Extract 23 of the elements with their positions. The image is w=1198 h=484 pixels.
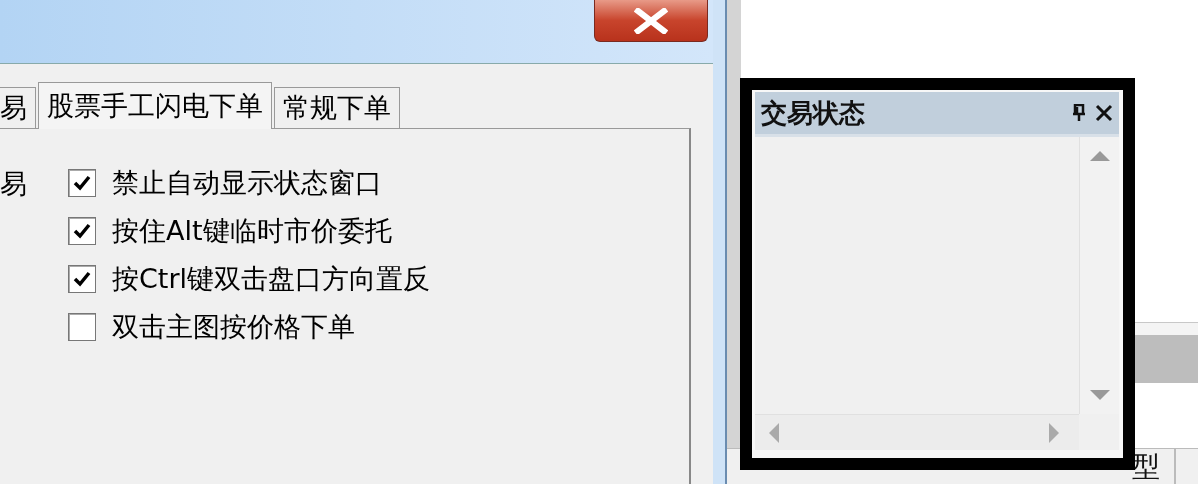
checkbox[interactable] <box>68 265 96 293</box>
checkbox[interactable] <box>68 217 96 245</box>
pin-icon[interactable] <box>1071 104 1087 122</box>
option-label: 按住Alt键临时市价委托 <box>112 214 392 248</box>
close-icon <box>634 7 668 34</box>
scroll-up-icon[interactable] <box>1089 151 1110 161</box>
close-button[interactable] <box>594 0 708 42</box>
scroll-down-icon[interactable] <box>1089 390 1110 400</box>
section-label: 易 <box>0 167 27 201</box>
option-label: 双击主图按价格下单 <box>112 310 355 344</box>
vertical-scrollbar[interactable] <box>1079 137 1119 414</box>
panel-title: 交易状态 <box>761 96 866 130</box>
close-icon[interactable] <box>1095 104 1113 122</box>
checkbox[interactable] <box>68 313 96 341</box>
check-icon <box>73 175 91 191</box>
checkbox[interactable] <box>68 169 96 197</box>
option-label: 按Ctrl键双击盘口方向置反 <box>112 262 431 296</box>
check-icon <box>73 223 91 239</box>
check-icon <box>73 271 91 287</box>
tab[interactable]: 股票手工闪电下单 <box>38 82 272 129</box>
option-label: 禁止自动显示状态窗口 <box>112 166 382 200</box>
tab[interactable]: 常规下单 <box>274 87 400 128</box>
tab[interactable]: 易 <box>0 87 36 128</box>
